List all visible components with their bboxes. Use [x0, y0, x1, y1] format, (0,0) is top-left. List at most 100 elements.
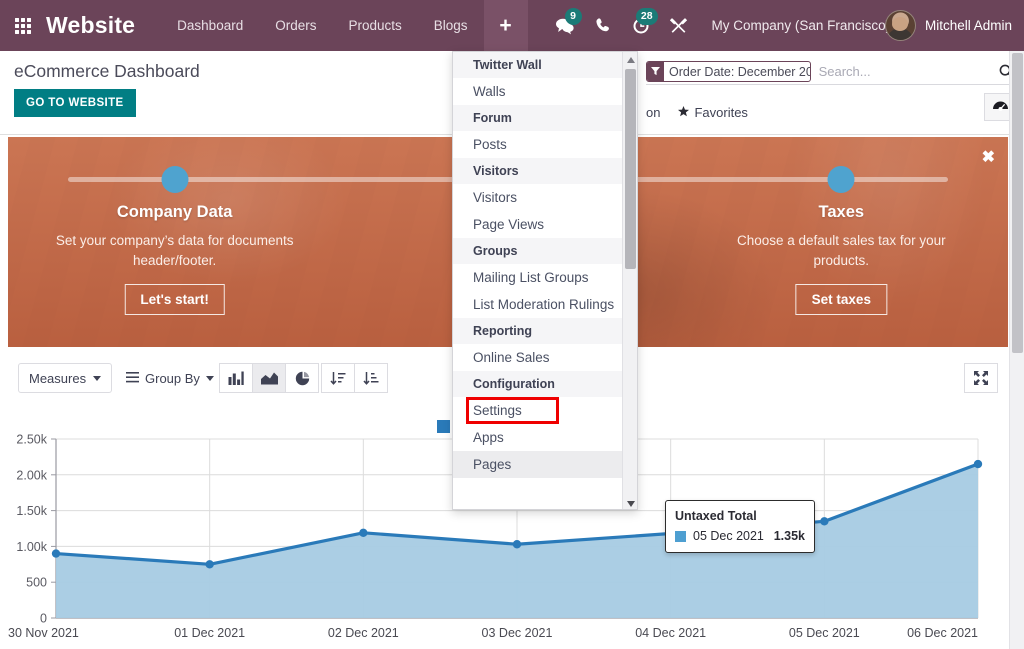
menu-item-apps[interactable]: Apps	[453, 424, 637, 451]
tooltip-row: 05 Dec 2021 1.35k	[675, 529, 805, 543]
website-apps-dropdown-menu: Twitter WallWallsForumPostsVisitorsVisit…	[452, 51, 638, 510]
scroll-up-arrow-icon[interactable]	[623, 52, 638, 67]
systray: 9 28	[546, 0, 698, 51]
step-title: Taxes	[675, 203, 1008, 222]
nav-plus-menu-button[interactable]: +	[484, 0, 528, 51]
tooltip-date: 05 Dec 2021	[693, 529, 774, 543]
step-description: Set your company’s data for documents he…	[45, 231, 305, 270]
lets-start-button[interactable]: Let's start!	[124, 284, 224, 315]
x-axis-tick-label: 30 Nov 2021	[8, 626, 79, 640]
x-axis-tick-label: 03 Dec 2021	[482, 626, 553, 640]
y-axis-tick-label: 1.00k	[16, 540, 47, 554]
pie-chart-icon[interactable]	[285, 363, 319, 393]
search-bar: Order Date: December 2021 ×	[646, 59, 1016, 85]
nav-item-products[interactable]: Products	[332, 0, 417, 51]
y-axis-tick-label: 2.50k	[16, 433, 47, 447]
x-axis-tick-label: 02 Dec 2021	[328, 626, 399, 640]
bar-chart-icon[interactable]	[219, 363, 253, 393]
nav-item-dashboard[interactable]: Dashboard	[161, 0, 259, 51]
menu-section-header: Groups	[453, 238, 637, 264]
menu-body: Twitter WallWallsForumPostsVisitorsVisit…	[453, 52, 637, 478]
menu-section-header: Twitter Wall	[453, 52, 637, 78]
menu-section-header: Forum	[453, 105, 637, 131]
chart-tooltip: Untaxed Total 05 Dec 2021 1.35k	[665, 500, 815, 553]
x-axis-tick-label: 01 Dec 2021	[174, 626, 245, 640]
nav-item-blogs[interactable]: Blogs	[418, 0, 484, 51]
page-scrollbar[interactable]	[1009, 51, 1024, 649]
top-navbar: Website Dashboard Orders Products Blogs …	[0, 0, 1024, 51]
menu-item-posts[interactable]: Posts	[453, 131, 637, 158]
menu-scrollbar[interactable]	[622, 52, 637, 510]
username-label: Mitchell Admin	[925, 18, 1012, 33]
y-axis-tick-label: 500	[26, 576, 47, 590]
activities-clock-icon[interactable]: 28	[622, 0, 660, 51]
step-dot	[828, 166, 855, 193]
menu-item-visitors[interactable]: Visitors	[453, 184, 637, 211]
set-taxes-button[interactable]: Set taxes	[796, 284, 887, 315]
sort-ascending-icon[interactable]	[354, 363, 388, 393]
close-icon[interactable]: ✖	[982, 147, 995, 167]
chart-data-point[interactable]	[820, 517, 828, 525]
chevron-down-icon	[93, 376, 101, 381]
menu-section-header: Configuration	[453, 371, 637, 397]
x-axis-tick-label: 06 Dec 2021	[907, 626, 978, 640]
chart-data-point[interactable]	[52, 549, 60, 557]
search-facet-order-date[interactable]: Order Date: December 2021 ×	[646, 61, 811, 82]
line-chart-icon[interactable]	[252, 363, 286, 393]
current-company[interactable]: My Company (San Francisco)	[712, 18, 891, 33]
tools-icon[interactable]	[660, 0, 698, 51]
menu-section-header: Visitors	[453, 158, 637, 184]
expand-fullscreen-icon[interactable]	[964, 363, 998, 393]
messages-badge: 9	[565, 8, 582, 25]
favorites-menu[interactable]: Favorites	[678, 105, 747, 120]
y-axis-tick-label: 0	[40, 612, 47, 626]
scroll-down-arrow-icon[interactable]	[623, 496, 638, 510]
chart-legend-swatch	[437, 420, 450, 433]
chart-data-point[interactable]	[513, 540, 521, 548]
filters-menu-partial[interactable]: on	[646, 105, 660, 120]
chevron-down-icon	[206, 376, 214, 381]
search-facet-label: Order Date: December 2021	[664, 62, 811, 81]
star-icon	[678, 105, 689, 120]
menu-item-settings[interactable]: Settings	[453, 397, 637, 424]
nav-item-orders[interactable]: Orders	[259, 0, 332, 51]
highlight-box	[466, 397, 559, 424]
avatar	[885, 10, 916, 41]
menu-item-mailing-list-groups[interactable]: Mailing List Groups	[453, 264, 637, 291]
tooltip-title: Untaxed Total	[675, 509, 805, 523]
group-by-dropdown-button[interactable]: Group By	[120, 363, 220, 393]
sort-button-group	[322, 363, 388, 393]
onboarding-step-taxes: Taxes Choose a default sales tax for you…	[675, 137, 1008, 347]
chart-data-point[interactable]	[205, 560, 213, 568]
favorites-label: Favorites	[694, 105, 747, 120]
menu-item-page-views[interactable]: Page Views	[453, 211, 637, 238]
menu-item-pages[interactable]: Pages	[453, 451, 637, 478]
go-to-website-button[interactable]: GO TO WEBSITE	[14, 89, 136, 117]
tooltip-value: 1.35k	[774, 529, 805, 543]
phone-icon[interactable]	[584, 0, 622, 51]
chart-data-point[interactable]	[974, 460, 982, 468]
ecommerce-dashboard-page: Website Dashboard Orders Products Blogs …	[0, 0, 1024, 649]
user-menu[interactable]: Mitchell Admin	[885, 0, 1012, 51]
page-scrollbar-thumb[interactable]	[1012, 53, 1023, 353]
menu-item-online-sales[interactable]: Online Sales	[453, 344, 637, 371]
tooltip-swatch	[675, 531, 686, 542]
sort-descending-icon[interactable]	[321, 363, 355, 393]
y-axis-tick-label: 2.00k	[16, 468, 47, 482]
measures-dropdown-button[interactable]: Measures	[18, 363, 112, 393]
apps-grid-icon[interactable]	[0, 18, 46, 34]
menu-item-walls[interactable]: Walls	[453, 78, 637, 105]
search-dropdown-menus: on Favorites	[646, 95, 1016, 129]
menu-scrollbar-thumb[interactable]	[625, 69, 636, 269]
app-brand-name[interactable]: Website	[46, 12, 135, 39]
activities-badge: 28	[636, 8, 658, 25]
step-title: Company Data	[8, 203, 341, 222]
chart-type-button-group	[220, 363, 319, 393]
chart-data-point[interactable]	[359, 529, 367, 537]
hamburger-icon	[126, 371, 139, 386]
measures-label: Measures	[29, 371, 86, 386]
menu-item-list-moderation-rulings[interactable]: List Moderation Rulings	[453, 291, 637, 318]
step-description: Choose a default sales tax for your prod…	[711, 231, 971, 270]
messages-icon[interactable]: 9	[546, 0, 584, 51]
search-input[interactable]	[811, 63, 997, 80]
